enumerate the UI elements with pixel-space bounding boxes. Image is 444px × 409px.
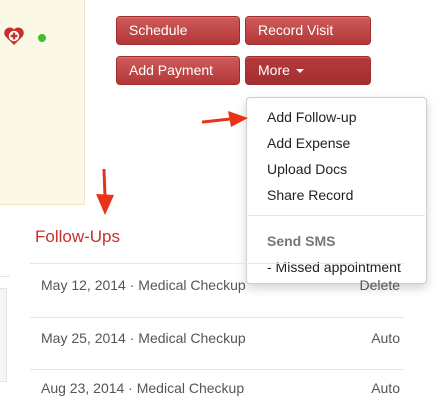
row-divider [30, 369, 404, 370]
menu-divider [248, 215, 425, 216]
follow-up-row-3-text: Aug 23, 2014 · Medical Checkup [41, 380, 245, 396]
more-dropdown-menu: Add Follow-up Add Expense Upload Docs Sh… [246, 97, 427, 284]
record-visit-button[interactable]: Record Visit [245, 16, 371, 45]
row-divider [30, 263, 404, 264]
follow-up-row-2-text: May 25, 2014 · Medical Checkup [41, 330, 246, 346]
row-divider [30, 317, 404, 318]
divider [0, 276, 10, 277]
menu-item-upload-docs[interactable]: Upload Docs [267, 161, 347, 177]
menu-item-add-expense[interactable]: Add Expense [267, 135, 350, 151]
follow-up-row-3-action[interactable]: Auto [371, 380, 400, 396]
annotation-arrow-down [96, 169, 114, 215]
follow-up-row-1-text: May 12, 2014 · Medical Checkup [41, 277, 246, 293]
follow-up-row-2-action[interactable]: Auto [371, 330, 400, 346]
menu-item-add-follow-up[interactable]: Add Follow-up [267, 109, 357, 125]
profile-card [0, 0, 85, 205]
add-payment-button[interactable]: Add Payment [116, 56, 240, 85]
schedule-button[interactable]: Schedule [116, 16, 240, 45]
menu-header-send-sms: Send SMS [267, 233, 336, 249]
record-visit-button-label: Record Visit [258, 22, 334, 38]
more-button-label: More [258, 62, 290, 78]
add-payment-button-label: Add Payment [129, 62, 214, 78]
caret-down-icon [295, 69, 304, 74]
schedule-button-label: Schedule [129, 22, 188, 38]
menu-item-missed-appointment[interactable]: - Missed appointment [267, 259, 401, 275]
menu-item-share-record[interactable]: Share Record [267, 187, 353, 203]
heart-badge-icon [4, 27, 24, 45]
side-panel-edge [0, 288, 7, 382]
annotation-arrow-right [202, 111, 248, 127]
online-status-dot [38, 34, 46, 42]
follow-ups-heading: Follow-Ups [35, 227, 121, 246]
more-dropdown-button[interactable]: More [245, 56, 371, 85]
follow-up-row-1-action[interactable]: Delete [360, 277, 400, 293]
